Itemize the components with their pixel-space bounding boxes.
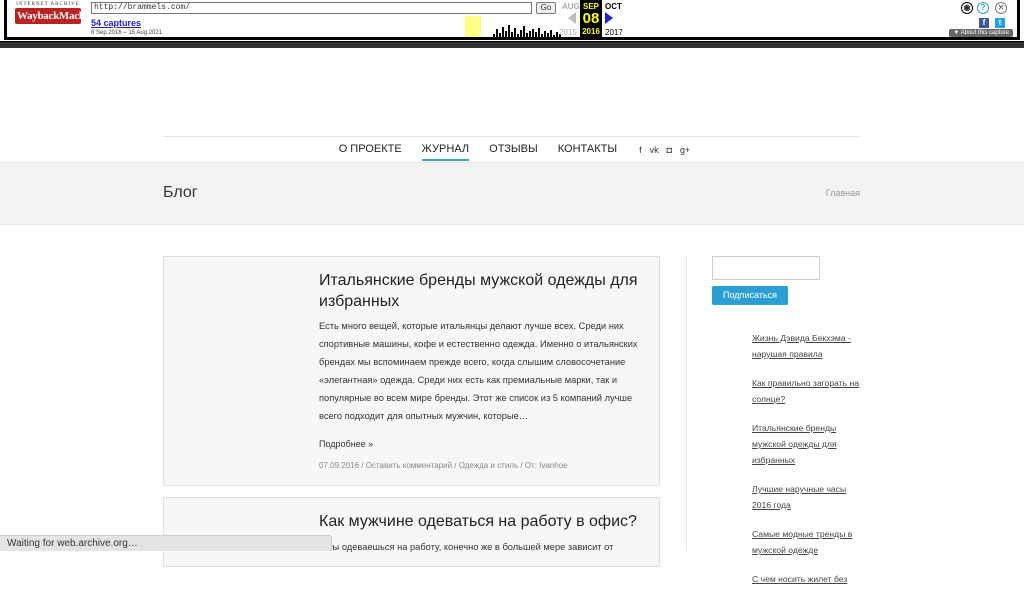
current-day-label: 08 xyxy=(582,10,600,27)
captures-link[interactable]: 54 captures xyxy=(91,18,141,28)
post-card: Как мужчине одеваться на работу в офис? … xyxy=(163,497,660,567)
capture-sparkline[interactable] xyxy=(465,16,561,37)
main-nav: О ПРОЕКТЕ ЖУРНАЛ ОТЗЫВЫ КОНТАКТЫ f vk ◘ … xyxy=(163,139,860,161)
post-card: Итальянские бренды мужской одежды для из… xyxy=(163,256,660,486)
about-capture-button[interactable]: ▼ About this capture xyxy=(949,29,1013,37)
sparkline-bar xyxy=(508,25,510,37)
recent-post-link[interactable]: Жизнь Дэвида Бекхэма - нарушая правила xyxy=(752,330,864,362)
sparkline-bar xyxy=(529,31,531,37)
recent-post-link[interactable]: Лучшие наручные часы 2016 года xyxy=(752,481,864,513)
close-icon[interactable]: ✕ xyxy=(995,2,1007,14)
nav-divider xyxy=(163,136,860,137)
sparkline-bar xyxy=(496,29,498,37)
sparkline-bar xyxy=(535,32,537,37)
sparkline-bar xyxy=(499,33,501,37)
url-input[interactable]: http://brammels.com/ xyxy=(91,2,532,14)
sparkline-bar xyxy=(505,31,507,37)
logo-main-text: WaybackMachine xyxy=(15,8,98,24)
next-year-label[interactable]: 2017 xyxy=(605,28,623,37)
sparkline-bar xyxy=(550,30,552,37)
nav-item-contacts[interactable]: КОНТАКТЫ xyxy=(558,139,617,161)
facebook-icon[interactable]: f xyxy=(979,18,989,28)
prev-month-label[interactable]: AUG xyxy=(562,2,580,11)
vk-icon[interactable]: vk xyxy=(650,145,659,155)
facebook-icon[interactable]: f xyxy=(639,145,642,155)
help-icon[interactable]: ? xyxy=(977,2,989,14)
subscribe-button[interactable]: Подписаться xyxy=(712,286,788,305)
nav-item-journal[interactable]: ЖУРНАЛ xyxy=(421,139,470,161)
month-navigator: AUG 2015 SEP 08 2016 OCT 2017 xyxy=(559,0,629,40)
sparkline-bar xyxy=(538,28,540,37)
next-arrow-icon[interactable] xyxy=(605,12,613,24)
sparkline-bar xyxy=(556,32,558,37)
go-button[interactable]: Go xyxy=(536,2,556,14)
breadcrumb-home[interactable]: Главная xyxy=(826,188,860,198)
prev-year-label[interactable]: 2015 xyxy=(559,28,577,37)
post-meta: 07.09.2016 / Оставить комментарий / Одеж… xyxy=(319,461,568,470)
post-title[interactable]: Итальянские бренды мужской одежды для из… xyxy=(319,270,649,312)
sparkline-bar xyxy=(544,31,546,37)
user-icon[interactable]: ◉ xyxy=(961,2,973,14)
twitter-icon[interactable]: t xyxy=(995,18,1005,28)
sparkline-bar xyxy=(526,33,528,37)
sparkline-bar xyxy=(514,28,516,37)
recent-post-link[interactable]: Самые модные тренды в мужской одежде xyxy=(752,526,864,558)
logo-top-text: INTERNET ARCHIVE xyxy=(16,2,80,7)
sparkline-bar xyxy=(511,32,513,37)
sparkline-bar xyxy=(553,35,555,37)
sparkline-bar xyxy=(532,29,534,37)
recent-post-link[interactable]: С чем носить жилет без xyxy=(752,571,864,587)
read-more-link[interactable]: Подробнее » xyxy=(319,439,373,449)
prev-arrow-icon[interactable] xyxy=(568,12,576,24)
post-title[interactable]: Как мужчине одеваться на работу в офис? xyxy=(319,511,649,532)
page-header-band: Блог Главная xyxy=(0,162,1024,225)
recent-post-link[interactable]: Как правильно загорать на солнце? xyxy=(752,375,864,407)
post-excerpt: Есть много вещей, которые итальянцы дела… xyxy=(319,321,638,421)
current-capture: SEP 08 2016 xyxy=(580,0,602,38)
sparkline-bar xyxy=(547,33,549,37)
browser-status-bar: Waiting for web.archive.org… xyxy=(0,535,332,551)
google-plus-icon[interactable]: g+ xyxy=(680,145,690,155)
wayback-frame: INTERNET ARCHIVE WaybackMachine http://b… xyxy=(4,0,1020,40)
sidebar-divider xyxy=(686,256,687,551)
toolbar-shadow xyxy=(0,42,1024,48)
page-title: Блог xyxy=(163,184,198,201)
sparkline-bar xyxy=(502,27,504,37)
post-excerpt: …ты одеваешься на работу, конечно же в б… xyxy=(319,542,614,552)
nav-item-reviews[interactable]: ОТЗЫВЫ xyxy=(489,139,538,161)
subscribe-email-input[interactable] xyxy=(712,256,820,280)
recent-posts-list: Жизнь Дэвида Бекхэма - нарушая правила К… xyxy=(752,330,864,600)
instagram-icon[interactable]: ◘ xyxy=(667,145,672,155)
recent-post-link[interactable]: Итальянские бренды мужской одежды для из… xyxy=(752,420,864,468)
wayback-toolbar: INTERNET ARCHIVE WaybackMachine http://b… xyxy=(0,0,1024,42)
next-month-label[interactable]: OCT xyxy=(605,2,622,11)
sparkline-bar xyxy=(493,34,495,37)
sparkline-bar xyxy=(517,34,519,37)
sparkline-bar xyxy=(520,30,522,37)
capture-date-range: 8 Sep 2016 – 15 Aug 2021 xyxy=(91,30,163,36)
current-year-label: 2016 xyxy=(582,27,600,36)
nav-item-about[interactable]: О ПРОЕКТЕ xyxy=(339,139,402,161)
sparkline-bar xyxy=(541,34,543,37)
wayback-logo[interactable]: INTERNET ARCHIVE WaybackMachine xyxy=(15,2,98,34)
sparkline-highlight xyxy=(465,16,481,37)
sparkline-bar xyxy=(523,26,525,37)
